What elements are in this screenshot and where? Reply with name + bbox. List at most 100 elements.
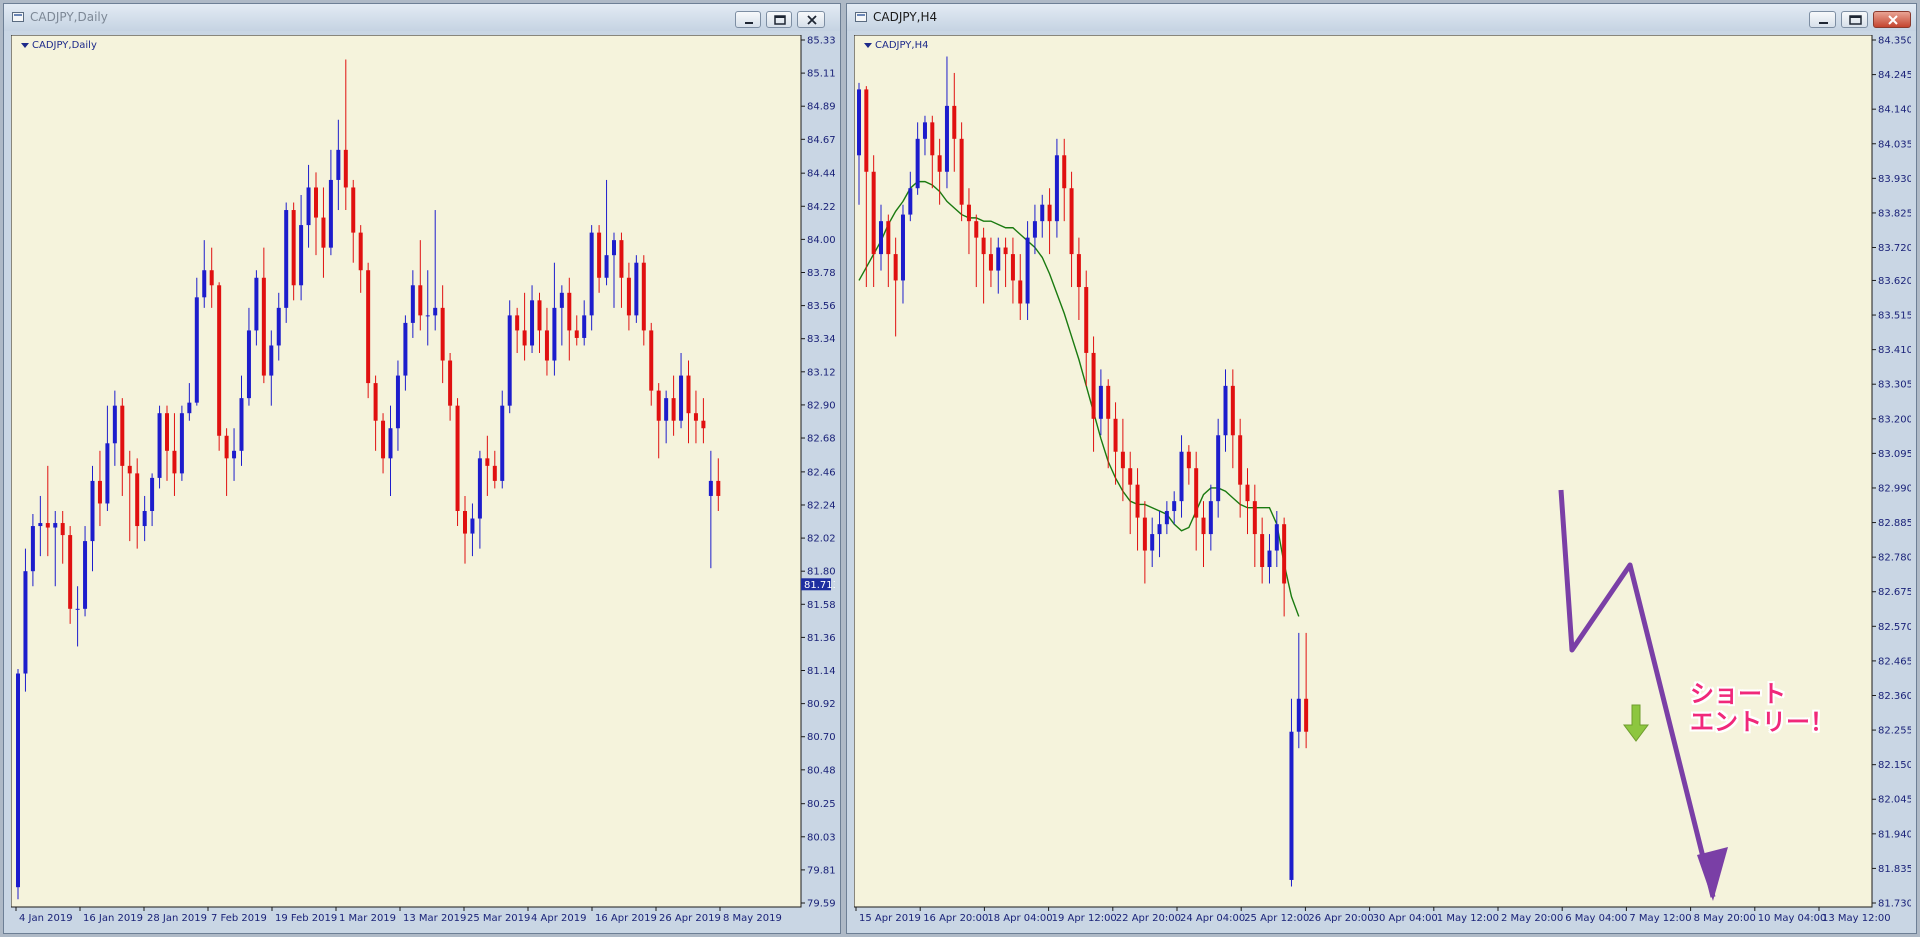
minimize-button[interactable] bbox=[1809, 11, 1836, 28]
y-tick-label: 80.035 bbox=[807, 832, 835, 843]
close-button[interactable] bbox=[1873, 11, 1911, 28]
price-chart-h4[interactable]: 84.350 84.245 84.140 84.035 83.930 83.825 83.7… bbox=[854, 35, 1911, 928]
x-tick-label: 25 Mar 2019 bbox=[467, 913, 530, 924]
y-tick-label: 84.245 bbox=[1878, 70, 1911, 81]
x-tick-label: 16 Jan 2019 bbox=[83, 913, 143, 924]
candle-bear bbox=[343, 149, 348, 188]
candle-bear bbox=[686, 375, 691, 414]
y-tick-label: 83.720 bbox=[1878, 243, 1911, 254]
y-tick-label: 83.930 bbox=[1878, 174, 1911, 185]
candle-bear bbox=[1120, 451, 1125, 469]
candle-bear bbox=[45, 523, 50, 528]
candle-bear bbox=[574, 330, 579, 338]
candle-bear bbox=[1194, 468, 1199, 518]
candle-bear bbox=[97, 480, 102, 504]
y-tick-label: 80.700 bbox=[807, 732, 835, 743]
y-tick-label: 81.835 bbox=[1878, 864, 1911, 875]
y-tick-label: 83.620 bbox=[1878, 276, 1911, 287]
candle-bear bbox=[716, 480, 721, 496]
chart-window-daily[interactable]: CADJPY,Daily 85.330 85.110 84.890 84.670 84.… bbox=[3, 3, 841, 934]
symbol-label[interactable]: CADJPY,H4 bbox=[864, 40, 928, 51]
candle-bull bbox=[150, 477, 155, 512]
candle-bull bbox=[53, 523, 58, 528]
x-tick-label: 8 May 20:00 bbox=[1694, 913, 1756, 924]
x-tick-label: 22 Apr 20:00 bbox=[1116, 913, 1181, 924]
candle-bull bbox=[336, 149, 341, 180]
window-title: CADJPY,Daily bbox=[30, 10, 108, 24]
y-tick-label: 84.005 bbox=[807, 235, 835, 246]
candle-bear bbox=[448, 360, 453, 406]
y-tick-label: 85.330 bbox=[807, 36, 835, 47]
y-tick-label: 84.445 bbox=[807, 169, 835, 180]
candle-bull bbox=[328, 179, 333, 248]
price-chart-daily[interactable]: 85.330 85.110 84.890 84.670 84.445 84.225 84.0… bbox=[11, 35, 835, 928]
candle-bear bbox=[981, 237, 986, 255]
close-button[interactable] bbox=[797, 11, 825, 28]
window-title: CADJPY,H4 bbox=[873, 10, 938, 24]
x-tick-label: 8 May 2019 bbox=[723, 913, 782, 924]
candle-bear bbox=[693, 413, 698, 421]
candle-bear bbox=[886, 221, 891, 255]
candle-bull bbox=[410, 285, 415, 323]
candle-bull bbox=[194, 297, 199, 403]
candle-bull bbox=[559, 292, 564, 308]
candle-bear bbox=[656, 390, 661, 421]
window-titlebar[interactable]: CADJPY,H4 bbox=[847, 4, 1916, 31]
candle-bear bbox=[1238, 435, 1243, 485]
y-tick-label: 80.480 bbox=[807, 765, 835, 776]
x-tick-label: 1 May 12:00 bbox=[1437, 913, 1499, 924]
candle-bear bbox=[626, 277, 631, 316]
restore-button[interactable] bbox=[766, 11, 792, 28]
candle-bull bbox=[1150, 534, 1155, 551]
chart-window-h4[interactable]: CADJPY,H4 84.350 84.245 84.140 84.035 83.930… bbox=[846, 3, 1917, 934]
dropdown-triangle-icon bbox=[21, 42, 29, 48]
candle-bull bbox=[306, 187, 311, 226]
candle-bull bbox=[388, 428, 393, 459]
candle-bull bbox=[944, 105, 949, 172]
symbol-label[interactable]: CADJPY,Daily bbox=[21, 40, 97, 51]
candle-bull bbox=[589, 232, 594, 316]
x-tick-label: 10 May 04:00 bbox=[1758, 913, 1827, 924]
candle-bull bbox=[1025, 237, 1030, 304]
candle-bear bbox=[671, 398, 676, 421]
candle-bull bbox=[202, 270, 207, 298]
x-tick-label: 6 May 04:00 bbox=[1565, 913, 1627, 924]
restore-button[interactable] bbox=[1841, 11, 1868, 28]
candle-bull bbox=[1267, 550, 1272, 568]
restore-icon bbox=[1849, 15, 1862, 25]
y-tick-label: 84.670 bbox=[807, 135, 835, 146]
minimize-icon bbox=[745, 22, 753, 24]
y-tick-label: 83.565 bbox=[807, 301, 835, 312]
x-tick-label: 18 Apr 04:00 bbox=[987, 913, 1052, 924]
candle-bull bbox=[908, 188, 913, 215]
y-tick-label: 84.890 bbox=[807, 102, 835, 113]
y-tick-label: 83.095 bbox=[1878, 449, 1911, 460]
candle-bull bbox=[679, 375, 684, 421]
y-tick-label: 81.140 bbox=[807, 666, 835, 677]
y-tick-label: 83.515 bbox=[1878, 311, 1911, 322]
candle-bull bbox=[105, 443, 110, 504]
minimize-button[interactable] bbox=[735, 11, 761, 28]
candle-bear bbox=[1128, 468, 1133, 485]
x-tick-label: 16 Apr 2019 bbox=[595, 913, 657, 924]
candle-bear bbox=[373, 383, 378, 421]
y-tick-label: 81.940 bbox=[1878, 829, 1911, 840]
x-tick-label: 24 Apr 04:00 bbox=[1180, 913, 1245, 924]
x-tick-label: 26 Apr 2019 bbox=[659, 913, 721, 924]
window-titlebar[interactable]: CADJPY,Daily bbox=[4, 4, 840, 31]
candle-bear bbox=[440, 307, 445, 361]
candle-bull bbox=[1179, 451, 1184, 502]
candle-bull bbox=[433, 307, 438, 316]
candle-bull bbox=[915, 138, 920, 189]
candle-bear bbox=[537, 300, 542, 331]
candle-bear bbox=[261, 277, 266, 376]
candle-bull bbox=[403, 322, 408, 376]
candle-bear bbox=[701, 420, 706, 429]
y-tick-label: 82.020 bbox=[807, 534, 835, 545]
chart-area-daily[interactable]: 85.330 85.110 84.890 84.670 84.445 84.225 84.0… bbox=[11, 35, 835, 928]
y-tick-label: 83.305 bbox=[1878, 380, 1911, 391]
chart-area-h4[interactable]: 84.350 84.245 84.140 84.035 83.930 83.825 83.7… bbox=[854, 35, 1911, 928]
x-tick-label: 28 Jan 2019 bbox=[147, 913, 207, 924]
candle-bear bbox=[127, 465, 132, 474]
y-tick-label: 83.200 bbox=[1878, 414, 1911, 425]
